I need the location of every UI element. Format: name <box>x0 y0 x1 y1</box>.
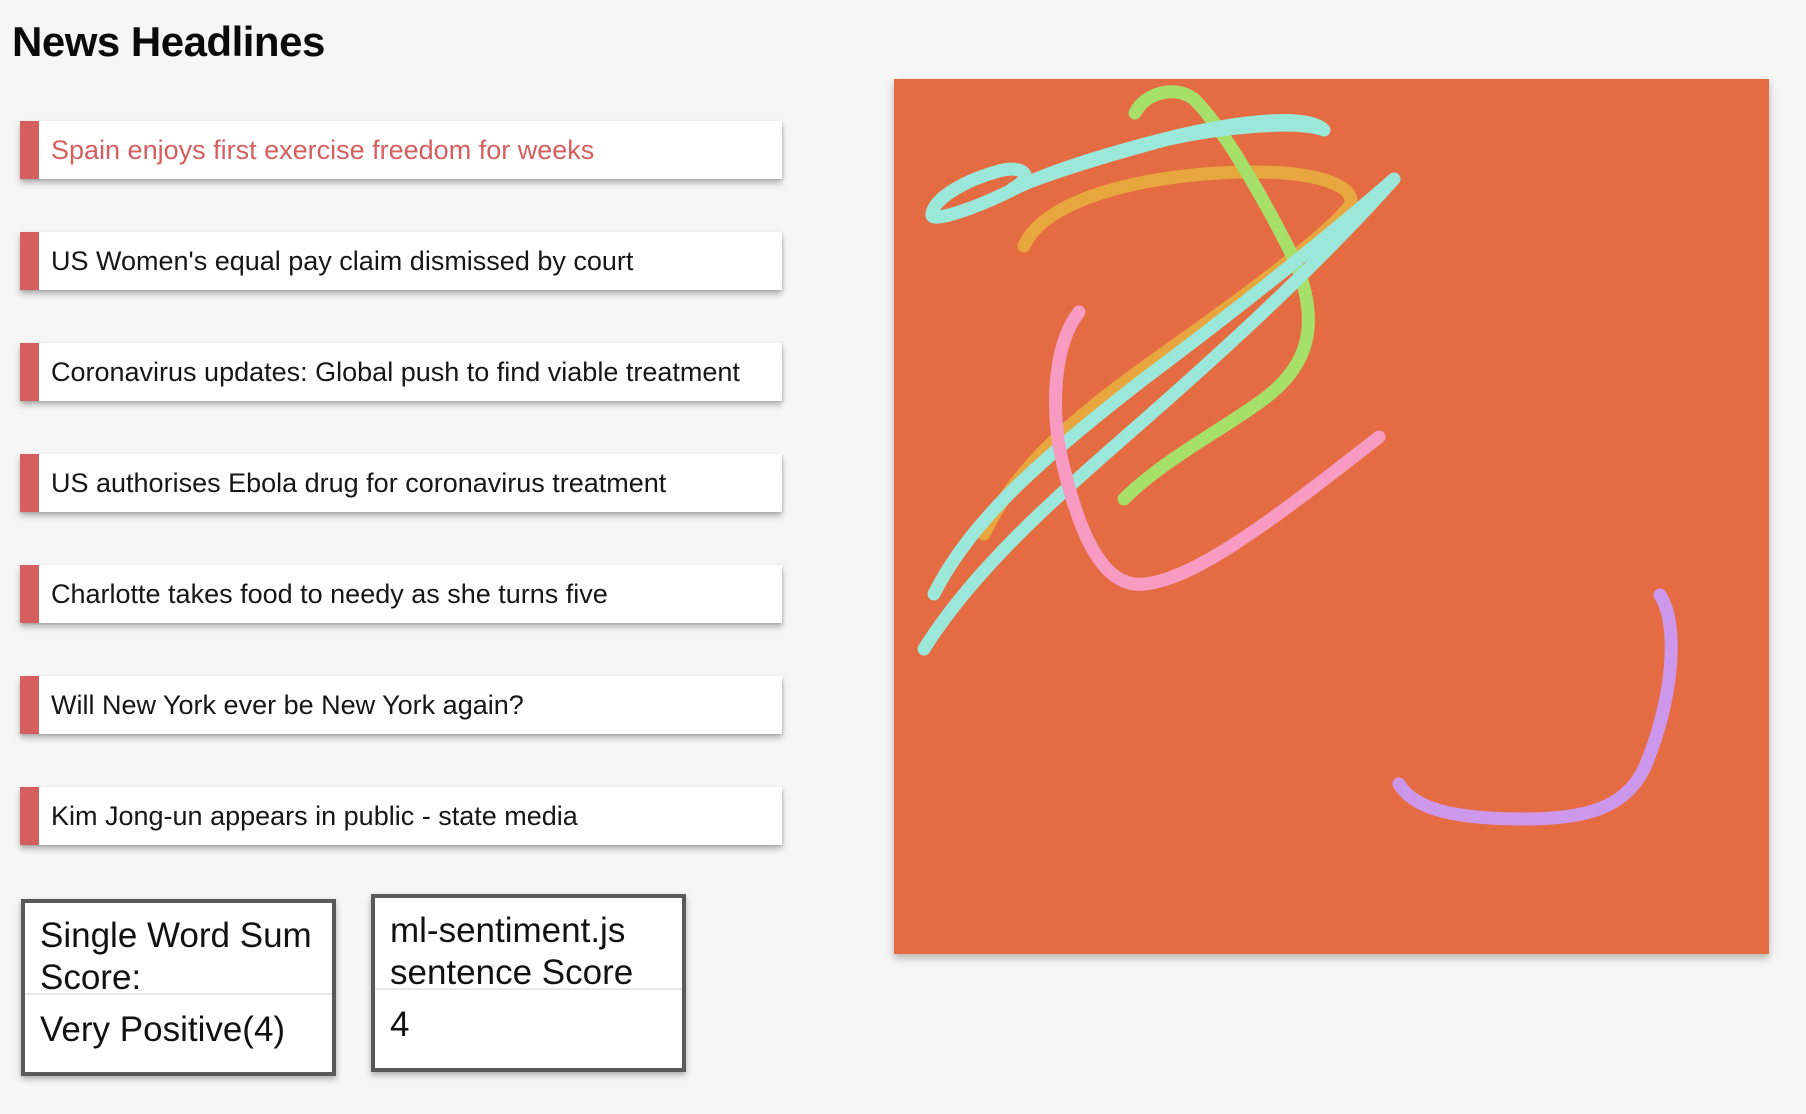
headline-item[interactable]: US authorises Ebola drug for coronavirus… <box>20 454 782 512</box>
headline-text: Kim Jong-un appears in public - state me… <box>51 800 578 831</box>
headline-item[interactable]: US Women's equal pay claim dismissed by … <box>20 232 782 290</box>
headline-item[interactable]: Charlotte takes food to needy as she tur… <box>20 565 782 623</box>
headline-item[interactable]: Coronavirus updates: Global push to find… <box>20 343 782 401</box>
headline-text: Will New York ever be New York again? <box>51 689 524 720</box>
headline-item[interactable]: Spain enjoys first exercise freedom for … <box>20 121 782 179</box>
headline-list: Spain enjoys first exercise freedom for … <box>20 121 782 898</box>
ml-sentiment-score-card: ml-sentiment.js sentence Score 4 <box>371 894 686 1072</box>
ml-sentiment-score-label: ml-sentiment.js sentence Score <box>375 898 682 992</box>
single-word-score-value: Very Positive(4) <box>40 1010 286 1049</box>
cyan-stroke <box>917 114 1401 656</box>
drawing-canvas-svg[interactable] <box>894 79 1769 954</box>
headline-text: US Women's equal pay claim dismissed by … <box>51 245 634 276</box>
page-title: News Headlines <box>12 18 325 65</box>
headline-item[interactable]: Kim Jong-un appears in public - state me… <box>20 787 782 845</box>
headline-item[interactable]: Will New York ever be New York again? <box>20 676 782 734</box>
headline-text: Charlotte takes food to needy as she tur… <box>51 578 608 609</box>
single-word-score-label: Single Word Sum Score: <box>25 903 332 997</box>
ml-sentiment-score-value: 4 <box>390 1005 410 1044</box>
drawing-canvas[interactable] <box>894 79 1769 954</box>
headline-text: US authorises Ebola drug for coronavirus… <box>51 467 667 498</box>
violet-stroke <box>1392 588 1678 826</box>
headline-text: Spain enjoys first exercise freedom for … <box>51 134 595 165</box>
headline-text: Coronavirus updates: Global push to find… <box>51 356 740 387</box>
single-word-score-card: Single Word Sum Score: Very Positive(4) <box>21 899 336 1076</box>
